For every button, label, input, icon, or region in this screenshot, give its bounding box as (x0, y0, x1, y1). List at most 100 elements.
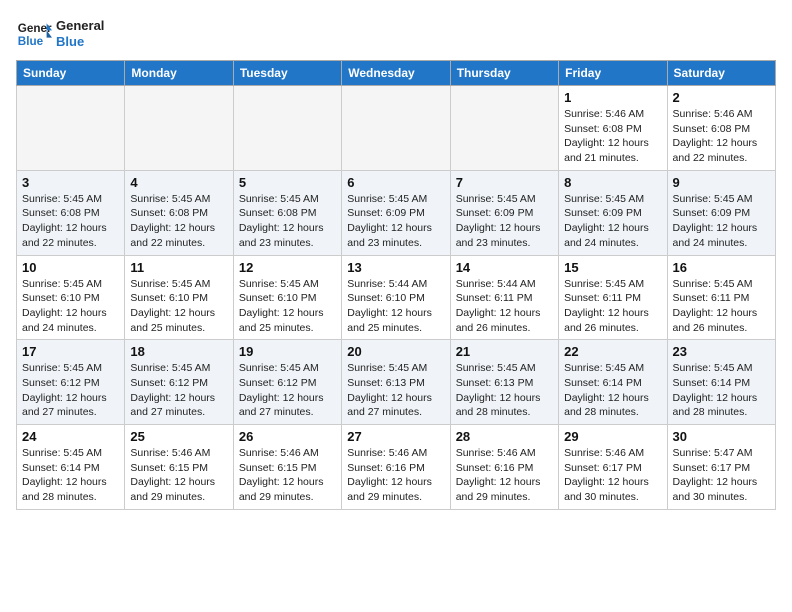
calendar-cell: 29Sunrise: 5:46 AM Sunset: 6:17 PM Dayli… (559, 425, 667, 510)
calendar-cell: 4Sunrise: 5:45 AM Sunset: 6:08 PM Daylig… (125, 170, 233, 255)
day-info: Sunrise: 5:46 AM Sunset: 6:16 PM Dayligh… (456, 446, 553, 505)
calendar-cell: 27 Sunrise: 5:46 AM Sunset: 6:16 PM Dayli… (342, 425, 450, 510)
col-header-monday: Monday (125, 61, 233, 86)
calendar-cell: 10 Sunrise: 5:45 AM Sunset: 6:10 PM Dayli… (17, 255, 125, 340)
calendar-cell (233, 86, 341, 171)
day-info: Sunrise: 5:45 AM Sunset: 6:14 PM Dayligh… (22, 446, 119, 505)
day-info: Sunrise: 5:45 AM Sunset: 6:12 PM Dayligh… (22, 361, 119, 420)
day-number: 10 (22, 260, 119, 275)
calendar-cell: 30 Sunrise: 5:47 AM Sunset: 6:17 PM Dayli… (667, 425, 775, 510)
day-number: 9 (673, 175, 770, 190)
day-info: Sunrise: 5:45 AM Sunset: 6:09 PM Dayligh… (673, 192, 770, 251)
day-number: 7 (456, 175, 553, 190)
calendar-week-row: 1 Sunrise: 5:46 AM Sunset: 6:08 PM Daylig… (17, 86, 776, 171)
calendar-cell: 22 Sunrise: 5:45 AM Sunset: 6:14 PM Dayli… (559, 340, 667, 425)
day-number: 30 (673, 429, 770, 444)
day-info: Sunrise: 5:44 AM Sunset: 6:10 PM Dayligh… (347, 277, 444, 336)
calendar-cell: 19 Sunrise: 5:45 AM Sunset: 6:12 PM Dayli… (233, 340, 341, 425)
col-header-friday: Friday (559, 61, 667, 86)
calendar-cell: 6Sunrise: 5:45 AM Sunset: 6:09 PM Daylig… (342, 170, 450, 255)
day-number: 26 (239, 429, 336, 444)
day-info: Sunrise: 5:46 AM Sunset: 6:15 PM Dayligh… (239, 446, 336, 505)
day-info: Sunrise: 5:45 AM Sunset: 6:13 PM Dayligh… (347, 361, 444, 420)
day-info: Sunrise: 5:45 AM Sunset: 6:12 PM Dayligh… (239, 361, 336, 420)
day-number: 22 (564, 344, 661, 359)
day-info: Sunrise: 5:46 AM Sunset: 6:16 PM Dayligh… (347, 446, 444, 505)
day-number: 17 (22, 344, 119, 359)
calendar-cell: 21 Sunrise: 5:45 AM Sunset: 6:13 PM Dayli… (450, 340, 558, 425)
day-info: Sunrise: 5:45 AM Sunset: 6:10 PM Dayligh… (130, 277, 227, 336)
calendar-cell: 24 Sunrise: 5:45 AM Sunset: 6:14 PM Dayli… (17, 425, 125, 510)
calendar-cell: 28 Sunrise: 5:46 AM Sunset: 6:16 PM Dayli… (450, 425, 558, 510)
day-number: 29 (564, 429, 661, 444)
day-number: 14 (456, 260, 553, 275)
day-info: Sunrise: 5:45 AM Sunset: 6:10 PM Dayligh… (239, 277, 336, 336)
calendar-cell (342, 86, 450, 171)
day-number: 28 (456, 429, 553, 444)
day-info: Sunrise: 5:46 AM Sunset: 6:08 PM Dayligh… (564, 107, 661, 166)
calendar-cell: 8 Sunrise: 5:45 AM Sunset: 6:09 PM Daylig… (559, 170, 667, 255)
day-number: 11 (130, 260, 227, 275)
calendar-header-row: SundayMondayTuesdayWednesdayThursdayFrid… (17, 61, 776, 86)
calendar-cell: 23 Sunrise: 5:45 AM Sunset: 6:14 PM Dayli… (667, 340, 775, 425)
calendar-cell: 13 Sunrise: 5:44 AM Sunset: 6:10 PM Dayli… (342, 255, 450, 340)
calendar-cell: 11 Sunrise: 5:45 AM Sunset: 6:10 PM Dayli… (125, 255, 233, 340)
day-number: 24 (22, 429, 119, 444)
calendar-week-row: 10 Sunrise: 5:45 AM Sunset: 6:10 PM Dayli… (17, 255, 776, 340)
calendar-cell (125, 86, 233, 171)
calendar-week-row: 3Sunrise: 5:45 AM Sunset: 6:08 PM Daylig… (17, 170, 776, 255)
day-info: Sunrise: 5:44 AM Sunset: 6:11 PM Dayligh… (456, 277, 553, 336)
day-number: 5 (239, 175, 336, 190)
day-info: Sunrise: 5:45 AM Sunset: 6:14 PM Dayligh… (673, 361, 770, 420)
day-info: Sunrise: 5:45 AM Sunset: 6:10 PM Dayligh… (22, 277, 119, 336)
calendar-cell: 9 Sunrise: 5:45 AM Sunset: 6:09 PM Daylig… (667, 170, 775, 255)
day-info: Sunrise: 5:45 AM Sunset: 6:13 PM Dayligh… (456, 361, 553, 420)
calendar-cell (450, 86, 558, 171)
calendar-cell: 26 Sunrise: 5:46 AM Sunset: 6:15 PM Dayli… (233, 425, 341, 510)
calendar-cell: 14 Sunrise: 5:44 AM Sunset: 6:11 PM Dayli… (450, 255, 558, 340)
calendar-cell: 2 Sunrise: 5:46 AM Sunset: 6:08 PM Daylig… (667, 86, 775, 171)
day-number: 8 (564, 175, 661, 190)
day-info: Sunrise: 5:47 AM Sunset: 6:17 PM Dayligh… (673, 446, 770, 505)
day-number: 3 (22, 175, 119, 190)
day-number: 2 (673, 90, 770, 105)
calendar-cell (17, 86, 125, 171)
calendar-cell: 16Sunrise: 5:45 AM Sunset: 6:11 PM Dayli… (667, 255, 775, 340)
day-number: 27 (347, 429, 444, 444)
day-info: Sunrise: 5:45 AM Sunset: 6:12 PM Dayligh… (130, 361, 227, 420)
day-number: 21 (456, 344, 553, 359)
day-info: Sunrise: 5:45 AM Sunset: 6:09 PM Dayligh… (564, 192, 661, 251)
calendar-cell: 25 Sunrise: 5:46 AM Sunset: 6:15 PM Dayli… (125, 425, 233, 510)
logo-text: General Blue (56, 18, 104, 49)
col-header-tuesday: Tuesday (233, 61, 341, 86)
calendar-cell: 15 Sunrise: 5:45 AM Sunset: 6:11 PM Dayli… (559, 255, 667, 340)
day-info: Sunrise: 5:45 AM Sunset: 6:11 PM Dayligh… (564, 277, 661, 336)
day-info: Sunrise: 5:45 AM Sunset: 6:09 PM Dayligh… (456, 192, 553, 251)
day-number: 1 (564, 90, 661, 105)
col-header-sunday: Sunday (17, 61, 125, 86)
calendar-cell: 7 Sunrise: 5:45 AM Sunset: 6:09 PM Daylig… (450, 170, 558, 255)
day-number: 16 (673, 260, 770, 275)
calendar-cell: 18 Sunrise: 5:45 AM Sunset: 6:12 PM Dayli… (125, 340, 233, 425)
day-info: Sunrise: 5:45 AM Sunset: 6:14 PM Dayligh… (564, 361, 661, 420)
calendar-week-row: 24 Sunrise: 5:45 AM Sunset: 6:14 PM Dayli… (17, 425, 776, 510)
day-number: 6 (347, 175, 444, 190)
calendar-cell: 5Sunrise: 5:45 AM Sunset: 6:08 PM Daylig… (233, 170, 341, 255)
day-number: 20 (347, 344, 444, 359)
col-header-saturday: Saturday (667, 61, 775, 86)
calendar-table: SundayMondayTuesdayWednesdayThursdayFrid… (16, 60, 776, 510)
day-number: 18 (130, 344, 227, 359)
col-header-thursday: Thursday (450, 61, 558, 86)
day-number: 23 (673, 344, 770, 359)
day-number: 13 (347, 260, 444, 275)
calendar-week-row: 17 Sunrise: 5:45 AM Sunset: 6:12 PM Dayli… (17, 340, 776, 425)
calendar-cell: 20 Sunrise: 5:45 AM Sunset: 6:13 PM Dayli… (342, 340, 450, 425)
day-info: Sunrise: 5:46 AM Sunset: 6:08 PM Dayligh… (673, 107, 770, 166)
day-number: 19 (239, 344, 336, 359)
day-number: 12 (239, 260, 336, 275)
day-number: 4 (130, 175, 227, 190)
day-info: Sunrise: 5:46 AM Sunset: 6:15 PM Dayligh… (130, 446, 227, 505)
calendar-cell: 17 Sunrise: 5:45 AM Sunset: 6:12 PM Dayli… (17, 340, 125, 425)
day-number: 25 (130, 429, 227, 444)
day-number: 15 (564, 260, 661, 275)
